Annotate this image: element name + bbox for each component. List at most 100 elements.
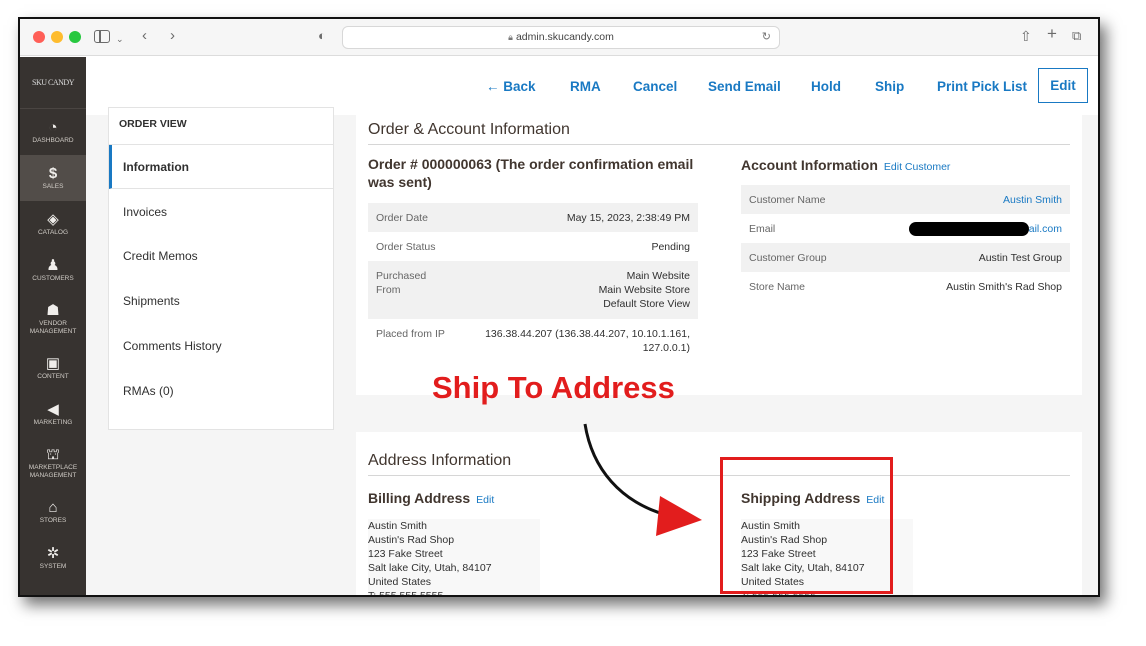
row-label: Customer Name: [749, 193, 826, 206]
order-info-table: Order Date May 15, 2023, 2:38:49 PM Orde…: [368, 203, 698, 363]
row-label: Store Name: [749, 280, 806, 293]
account-heading-text: Account Information: [741, 157, 878, 173]
person-icon: ♟: [46, 257, 60, 274]
edit-order-button[interactable]: Edit: [1038, 68, 1088, 103]
logo[interactable]: SKU CANDY: [20, 57, 86, 109]
nav-label: SYSTEM: [39, 563, 67, 570]
row-label: Order Status: [376, 240, 436, 253]
order-heading: Order # 000000063 (The order confirmatio…: [368, 156, 694, 190]
table-row: Customer Group Austin Test Group: [741, 243, 1070, 272]
cube-icon: ◈: [47, 211, 59, 228]
redaction-bar: [908, 221, 1029, 236]
nav-system[interactable]: ✲ SYSTEM: [20, 535, 86, 581]
nav-label: CONTENT: [37, 373, 69, 380]
billing-address: Austin Smith Austin's Rad Shop 123 Fake …: [368, 519, 540, 597]
nav-sales[interactable]: $ SALES: [20, 155, 86, 201]
print-pick-list-button[interactable]: Print Pick List: [937, 79, 1027, 95]
store-icon: ⌂: [48, 499, 58, 516]
shield-icon[interactable]: ◐: [318, 27, 326, 45]
tab-shipments[interactable]: Shipments: [109, 279, 333, 323]
close-window-button[interactable]: [33, 31, 45, 43]
tab-credit-memos[interactable]: Credit Memos: [109, 234, 333, 278]
reload-icon[interactable]: ↻: [762, 27, 771, 48]
email-link[interactable]: ail.com: [908, 221, 1062, 236]
row-value: Main Website Main Website Store Default …: [598, 270, 690, 310]
nav-label: SALES: [42, 183, 64, 190]
table-row: Customer Name Austin Smith: [741, 185, 1070, 214]
nav-marketplace-management[interactable]: ⛫ MARKETPLACE MANAGEMENT: [20, 437, 86, 489]
vendors-icon: ☗: [46, 302, 60, 319]
new-tab-icon[interactable]: +: [1047, 25, 1057, 43]
nav-content[interactable]: ▣ CONTENT: [20, 345, 86, 391]
nav-label: DASHBOARD: [32, 137, 74, 144]
tab-overview-icon[interactable]: ⧉: [1072, 27, 1081, 45]
tab-invoices[interactable]: Invoices: [109, 190, 333, 234]
nav-stores[interactable]: ⌂ STORES: [20, 489, 86, 535]
minimize-window-button[interactable]: [51, 31, 63, 43]
send-email-button[interactable]: Send Email: [708, 79, 781, 95]
address-bar[interactable]: 🔒︎ admin.skucandy.com ↻: [342, 26, 780, 49]
edit-billing-link[interactable]: Edit: [476, 494, 494, 506]
account-heading: Account Information Edit Customer: [741, 156, 950, 176]
address-line: 123 Fake Street: [368, 548, 443, 560]
gear-icon: ✲: [46, 545, 60, 562]
billing-heading: Billing Address Edit: [368, 489, 494, 509]
table-row: Email ail.com: [741, 214, 1070, 243]
nav-dashboard[interactable]: ◔ DASHBOARD: [20, 109, 86, 155]
dollar-icon: $: [48, 165, 58, 182]
admin-sidebar: SKU CANDY ◔ DASHBOARD $ SALES ◈ CATALOG …: [20, 57, 86, 595]
row-label: Email: [749, 222, 776, 235]
back-button[interactable]: ← Back: [486, 79, 536, 95]
order-view-title: ORDER VIEW: [119, 118, 187, 130]
forward-arrow-icon[interactable]: ›: [170, 27, 175, 45]
email-value: ail.com: [1028, 222, 1062, 235]
row-value: Austin Smith's Rad Shop: [946, 280, 1062, 293]
address-line: T: 555.555.5555: [368, 590, 444, 597]
tab-comments-history[interactable]: Comments History: [109, 324, 333, 368]
account-info-table: Customer Name Austin Smith Email ail.com…: [741, 185, 1070, 303]
annotation-arrow-icon: [583, 423, 702, 536]
ship-button[interactable]: Ship: [875, 79, 904, 95]
dashboard-icon: ◔: [48, 119, 58, 136]
nav-vendor-management[interactable]: ☗ VENDOR MANAGEMENT: [20, 293, 86, 345]
order-view-tabs: ORDER VIEW Information Invoices Credit M…: [108, 107, 334, 430]
sidebar-toggle-icon[interactable]: [94, 30, 110, 43]
nav-label: MARKETPLACE MANAGEMENT: [28, 464, 78, 479]
annotation-highlight-box: [720, 457, 893, 594]
address-line: Austin's Rad Shop: [368, 534, 455, 546]
order-account-panel: Order & Account Information Order # 0000…: [356, 115, 1082, 395]
rma-button[interactable]: RMA: [570, 79, 601, 95]
zoom-window-button[interactable]: [69, 31, 81, 43]
address-line: United States: [368, 576, 432, 588]
nav-label: STORES: [39, 517, 67, 524]
table-row: Purchased From Main Website Main Website…: [368, 261, 698, 319]
row-value: 136.38.44.207 (136.38.44.207, 10.10.1.16…: [485, 328, 690, 354]
hold-button[interactable]: Hold: [811, 79, 841, 95]
row-label: Order Date: [376, 211, 428, 224]
share-icon[interactable]: ⇧: [1020, 27, 1032, 45]
section-title: Address Information: [368, 452, 512, 469]
layout-icon: ▣: [45, 355, 61, 372]
nav-customers[interactable]: ♟ CUSTOMERS: [20, 247, 86, 293]
customer-name-link[interactable]: Austin Smith: [1003, 194, 1062, 206]
nav-label: CATALOG: [37, 229, 69, 236]
table-row: Order Date May 15, 2023, 2:38:49 PM: [368, 203, 698, 232]
row-label: Purchased From: [376, 270, 427, 296]
table-row: Store Name Austin Smith's Rad Shop: [741, 272, 1070, 301]
nav-label: VENDOR MANAGEMENT: [29, 320, 77, 335]
megaphone-icon: ◀: [47, 401, 59, 418]
cancel-button[interactable]: Cancel: [633, 79, 677, 95]
nav-catalog[interactable]: ◈ CATALOG: [20, 201, 86, 247]
tab-information[interactable]: Information: [109, 145, 333, 189]
tab-rmas[interactable]: RMAs (0): [109, 369, 333, 413]
row-label: Placed from IP: [376, 328, 445, 340]
edit-customer-link[interactable]: Edit Customer: [884, 161, 951, 173]
back-arrow-icon[interactable]: ‹: [142, 27, 147, 45]
browser-window: ⌄ ‹ › ◐ 🔒︎ admin.skucandy.com ↻ ⇧ + ⧉ SKU…: [18, 17, 1100, 597]
nav-marketing[interactable]: ◀ MARKETING: [20, 391, 86, 437]
row-value: Pending: [651, 240, 690, 253]
table-row: Placed from IP 136.38.44.207 (136.38.44.…: [368, 319, 698, 363]
chevron-down-icon[interactable]: ⌄: [116, 30, 124, 48]
table-row: Order Status Pending: [368, 232, 698, 261]
annotation-label: Ship To Address: [432, 370, 675, 405]
